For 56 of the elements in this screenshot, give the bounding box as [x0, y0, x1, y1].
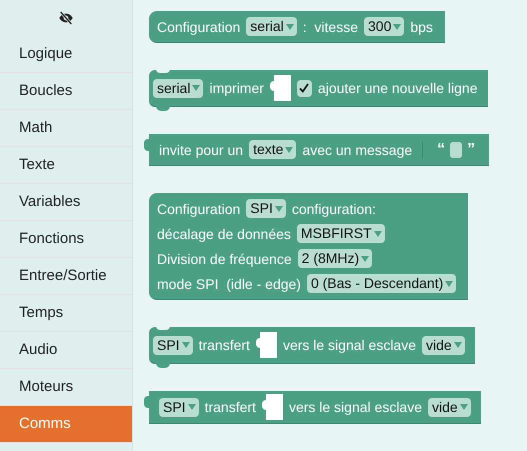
- config-block[interactable]: Configuration SPI configuration: décalage de données MSBFIRST Division de fréquence 2 (8MHz) mode SPI (idle - edge) 0 (Bas - Descendant): [149, 193, 468, 300]
- block-label: bps: [410, 18, 433, 34]
- dropdown-field[interactable]: MSBFIRST: [296, 224, 385, 243]
- checkbox[interactable]: [296, 80, 312, 96]
- block-label: transfert: [198, 337, 250, 353]
- config-block[interactable]: Configuration serial : vitesse 300 bps: [149, 11, 445, 43]
- block-label: Configuration: [157, 200, 240, 216]
- category-item[interactable]: Boucles: [0, 73, 132, 110]
- category-item[interactable]: Math: [0, 110, 132, 147]
- caret-icon: [188, 404, 196, 410]
- caret-icon: [445, 280, 454, 286]
- dropdown-field[interactable]: SPI: [153, 336, 193, 354]
- dropdown-field[interactable]: 300: [364, 17, 404, 36]
- category-item[interactable]: Audio: [0, 332, 132, 369]
- block-label: invite pour un: [159, 142, 244, 158]
- dropdown-field[interactable]: vide: [428, 398, 471, 416]
- category-item[interactable]: Fonctions: [0, 221, 132, 258]
- block-label: vers le signal esclave: [288, 399, 422, 415]
- category-item[interactable]: Temps: [0, 295, 132, 332]
- dropdown-field[interactable]: serial: [246, 17, 297, 36]
- caret-icon: [361, 256, 370, 262]
- dropdown-field[interactable]: vide: [422, 336, 465, 354]
- caret-icon: [460, 404, 468, 410]
- block-label: Division de fréquence: [157, 250, 292, 266]
- quote-mark: ”: [467, 140, 476, 158]
- caret-icon: [192, 85, 200, 91]
- category-item[interactable]: Logique: [0, 36, 132, 73]
- category-item[interactable]: Variables: [0, 184, 132, 221]
- dropdown-field[interactable]: 0 (Bas - Descendant): [306, 274, 456, 293]
- dropdown-field[interactable]: SPI: [246, 199, 286, 218]
- block-label: Configuration: [157, 18, 240, 34]
- block-label: décalage de données: [157, 226, 291, 242]
- caret-icon: [285, 146, 294, 152]
- caret-icon: [274, 206, 283, 212]
- block-label: transfert: [204, 399, 256, 415]
- caret-icon: [286, 24, 294, 30]
- block-label: mode SPI (idle - edge): [157, 276, 301, 292]
- eye-slash-icon[interactable]: [57, 10, 75, 26]
- category-item[interactable]: Texte: [0, 147, 132, 184]
- caret-icon: [454, 342, 462, 348]
- dropdown-field[interactable]: serial: [153, 78, 204, 98]
- block-label: avec un message: [302, 142, 412, 158]
- caret-icon: [182, 342, 190, 348]
- dropdown-field[interactable]: SPI: [159, 398, 199, 416]
- caret-icon: [374, 230, 382, 236]
- quote-mark: “: [437, 140, 446, 158]
- dropdown-field[interactable]: texte: [249, 140, 296, 159]
- block-label: configuration:: [292, 200, 376, 216]
- dropdown-field[interactable]: 2 (8MHz): [298, 249, 372, 268]
- block-label: vers le signal esclave: [282, 337, 416, 353]
- text-field[interactable]: [450, 142, 462, 158]
- category-item[interactable]: Entree/Sortie: [0, 258, 132, 295]
- block-label: imprimer: [209, 80, 264, 96]
- caret-icon: [393, 24, 402, 30]
- block-label: : vitesse: [302, 18, 358, 34]
- block-label: ajouter une nouvelle ligne: [318, 80, 478, 96]
